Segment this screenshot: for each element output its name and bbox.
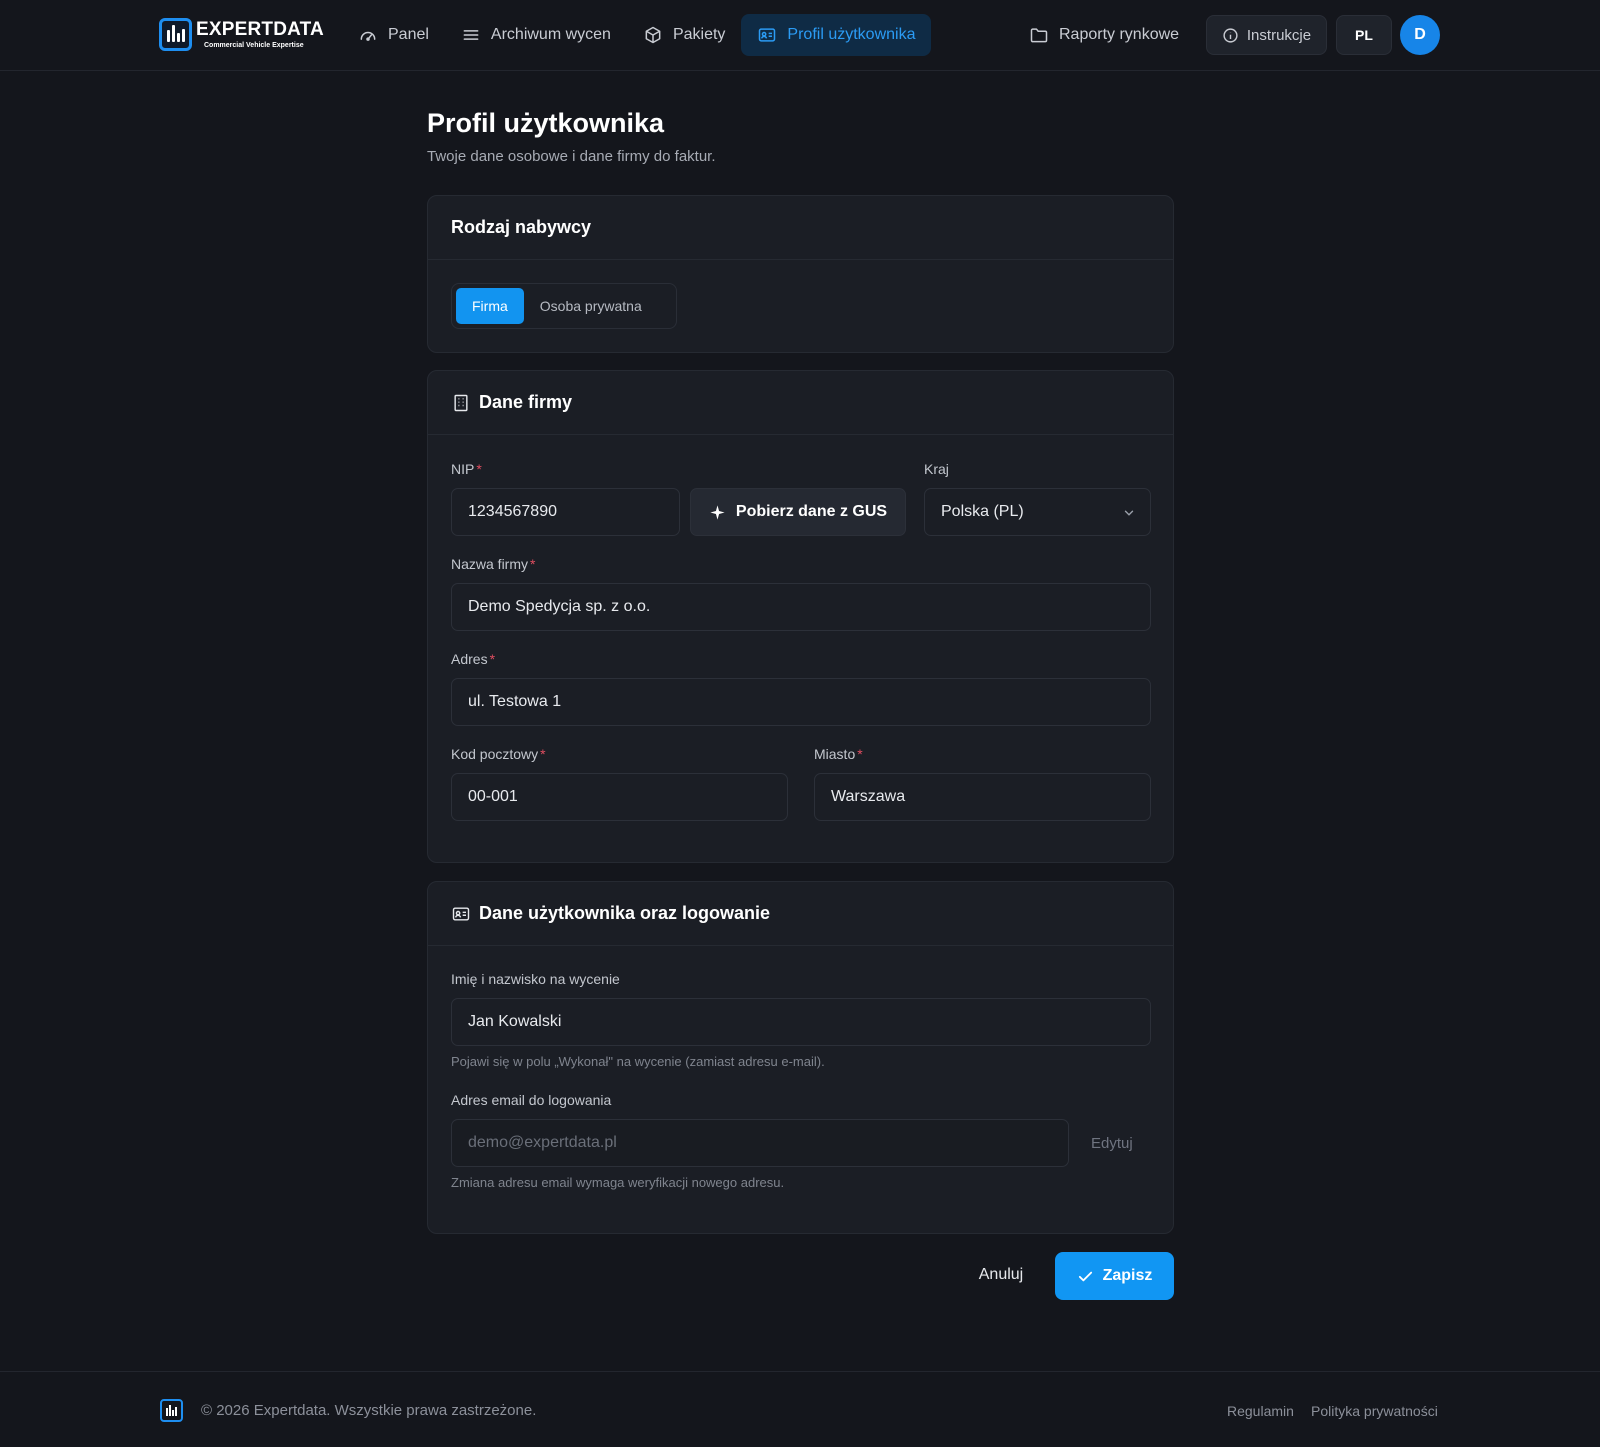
company-name-label: Nazwa firmy * bbox=[451, 556, 536, 572]
package-icon bbox=[645, 26, 661, 44]
save-button[interactable]: Zapisz bbox=[1055, 1252, 1174, 1300]
fetch-gus-button[interactable]: Pobierz dane z GUS bbox=[690, 488, 906, 536]
email-label: Adres email do logowania bbox=[451, 1092, 612, 1108]
card-title: Dane firmy bbox=[428, 371, 1173, 435]
buyer-type-company-option[interactable]: Firma bbox=[456, 288, 524, 324]
id-card-icon bbox=[452, 906, 470, 921]
postal-code-input[interactable]: 00-001 bbox=[451, 773, 788, 821]
sparkle-icon bbox=[710, 504, 725, 520]
list-icon bbox=[463, 30, 479, 40]
page-subtitle: Twoje dane osobowe i dane firmy do faktu… bbox=[427, 148, 716, 165]
top-navbar: EXPERTDATA Commercial Vehicle Expertise … bbox=[0, 0, 1600, 71]
nav-item-market-reports[interactable]: Raporty rynkowe bbox=[1013, 14, 1195, 56]
nav-item-label: Profil użytkownika bbox=[787, 26, 916, 43]
nav-item-label: Archiwum wycen bbox=[490, 26, 611, 43]
country-value: Polska (PL) bbox=[941, 503, 1024, 520]
fullname-hint: Pojawi się w polu „Wykonał" na wycenie (… bbox=[451, 1054, 825, 1069]
nav-item-profile[interactable]: Profil użytkownika bbox=[741, 14, 932, 56]
check-icon bbox=[1078, 1271, 1092, 1281]
gauge-icon bbox=[360, 31, 376, 41]
info-icon bbox=[1223, 27, 1238, 43]
fetch-gus-label: Pobierz dane z GUS bbox=[735, 503, 888, 520]
city-label: Miasto * bbox=[814, 746, 863, 762]
city-input[interactable]: Warszawa bbox=[814, 773, 1151, 821]
buyer-type-toggle: Firma Osoba prywatna bbox=[451, 283, 677, 329]
country-label: Kraj bbox=[924, 461, 949, 477]
email-input: demo@expertdata.pl bbox=[451, 1119, 1069, 1167]
nav-item-archive[interactable]: Archiwum wycen bbox=[445, 14, 627, 56]
chevron-down-icon bbox=[1124, 510, 1134, 516]
nip-input[interactable]: 1234567890 bbox=[451, 488, 680, 536]
card-title: Dane użytkownika oraz logowanie bbox=[428, 882, 1173, 946]
buyer-type-private-option[interactable]: Osoba prywatna bbox=[524, 288, 658, 324]
page-title: Profil użytkownika bbox=[427, 108, 665, 138]
brand-name: EXPERTDATA bbox=[196, 18, 324, 40]
brand-tagline: Commercial Vehicle Expertise bbox=[204, 41, 304, 49]
country-select[interactable]: Polska (PL) bbox=[924, 488, 1151, 536]
brand-logo[interactable]: EXPERTDATA Commercial Vehicle Expertise bbox=[159, 17, 324, 51]
nip-label: NIP * bbox=[451, 461, 482, 477]
edit-email-link[interactable]: Edytuj bbox=[1091, 1135, 1133, 1152]
nav-item-label: Pakiety bbox=[672, 26, 726, 43]
save-label: Zapisz bbox=[1102, 1267, 1153, 1284]
nav-item-label: Panel bbox=[388, 26, 429, 43]
secondary-nav: Raporty rynkowe bbox=[1013, 14, 1195, 56]
building-icon bbox=[454, 394, 468, 411]
folder-icon bbox=[1030, 28, 1048, 43]
chart-logo-icon bbox=[160, 1399, 183, 1422]
email-hint: Zmiana adresu email wymaga weryfikacji n… bbox=[451, 1175, 785, 1190]
company-name-input[interactable]: Demo Spedycja sp. z o.o. bbox=[451, 583, 1151, 631]
company-data-title: Dane firmy bbox=[479, 392, 573, 412]
main-nav: Panel Archiwum wycen Pakiety Profil użyt… bbox=[342, 14, 932, 56]
user-data-title: Dane użytkownika oraz logowanie bbox=[479, 903, 771, 923]
fullname-label: Imię i nazwisko na wycenie bbox=[451, 971, 620, 987]
user-data-card: Dane użytkownika oraz logowanie Imię i n… bbox=[427, 881, 1174, 1234]
language-switcher[interactable]: PL bbox=[1336, 15, 1392, 55]
cancel-button[interactable]: Anuluj bbox=[965, 1251, 1037, 1299]
instructions-label: Instrukcje bbox=[1246, 26, 1312, 44]
chart-logo-icon bbox=[159, 17, 192, 51]
nav-item-packages[interactable]: Pakiety bbox=[627, 14, 741, 56]
footer: © 2026 Expertdata. Wszystkie prawa zastr… bbox=[0, 1371, 1600, 1447]
terms-link[interactable]: Regulamin bbox=[1227, 1403, 1294, 1419]
instructions-button[interactable]: Instrukcje bbox=[1206, 15, 1327, 55]
postal-code-label: Kod pocztowy * bbox=[451, 746, 546, 762]
address-input[interactable]: ul. Testowa 1 bbox=[451, 678, 1151, 726]
fullname-input[interactable]: Jan Kowalski bbox=[451, 998, 1151, 1046]
nav-item-label: Raporty rynkowe bbox=[1059, 26, 1180, 43]
buyer-type-title: Rodzaj nabywcy bbox=[451, 217, 592, 237]
nav-item-panel[interactable]: Panel bbox=[342, 14, 445, 56]
buyer-type-card: Rodzaj nabywcy Firma Osoba prywatna bbox=[427, 195, 1174, 353]
address-label: Adres * bbox=[451, 651, 496, 667]
card-title: Rodzaj nabywcy bbox=[428, 196, 1173, 260]
user-avatar[interactable]: D bbox=[1400, 15, 1440, 55]
privacy-policy-link[interactable]: Polityka prywatności bbox=[1311, 1403, 1438, 1419]
company-data-card: Dane firmy NIP * 1234567890 Pobierz dane … bbox=[427, 370, 1174, 863]
copyright-text: © 2026 Expertdata. Wszystkie prawa zastr… bbox=[201, 1402, 537, 1419]
id-card-icon bbox=[759, 28, 776, 42]
